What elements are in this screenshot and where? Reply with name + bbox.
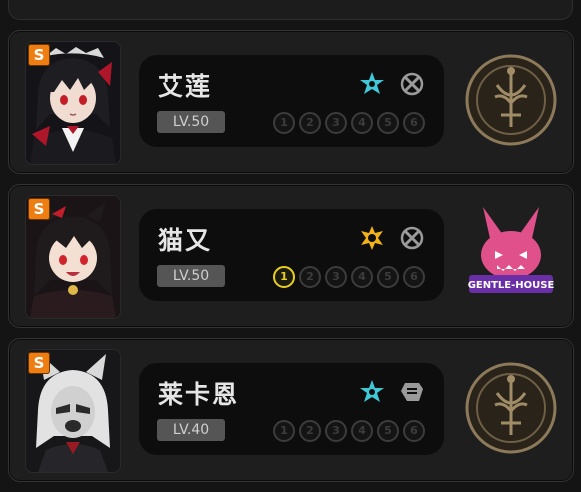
skill-node: 3 bbox=[325, 112, 347, 134]
skill-node: 5 bbox=[377, 420, 399, 442]
victoria-housekeeping-emblem bbox=[465, 362, 557, 454]
skill-node: 6 bbox=[403, 112, 425, 134]
agent-level: LV.40 bbox=[157, 419, 225, 441]
ice-star-icon bbox=[360, 380, 384, 402]
skill-node-active: 1 bbox=[273, 266, 295, 288]
previous-card-edge bbox=[8, 0, 573, 20]
agent-info-panel: 猫又 LV.50 1 2 3 4 5 6 bbox=[139, 209, 444, 301]
gentle-house-emblem: GENTLE-HOUSE bbox=[468, 207, 555, 293]
attack-crossed-icon bbox=[400, 226, 424, 250]
rank-badge: S bbox=[28, 198, 50, 220]
agent-portrait: S bbox=[25, 41, 121, 165]
skill-level-row: 1 2 3 4 5 6 bbox=[273, 266, 425, 288]
skill-node: 1 bbox=[273, 112, 295, 134]
skill-node: 2 bbox=[299, 266, 321, 288]
skill-node: 3 bbox=[325, 420, 347, 442]
agent-portrait: S bbox=[25, 349, 121, 473]
ice-star-icon bbox=[360, 72, 384, 94]
agent-level: LV.50 bbox=[157, 111, 225, 133]
skill-node: 4 bbox=[351, 266, 373, 288]
skill-node: 6 bbox=[403, 266, 425, 288]
skill-level-row: 1 2 3 4 5 6 bbox=[273, 112, 425, 134]
skill-node: 3 bbox=[325, 266, 347, 288]
rank-badge: S bbox=[28, 44, 50, 66]
agent-name: 莱卡恩 bbox=[158, 380, 240, 409]
skill-node: 5 bbox=[377, 112, 399, 134]
skill-node: 4 bbox=[351, 112, 373, 134]
skill-level-row: 1 2 3 4 5 6 bbox=[273, 420, 425, 442]
skill-node: 1 bbox=[273, 420, 295, 442]
svg-text:GENTLE-HOUSE: GENTLE-HOUSE bbox=[468, 280, 555, 291]
agent-info-panel: 艾莲 LV.50 1 2 3 4 5 6 bbox=[139, 55, 444, 147]
agent-card[interactable]: S 艾莲 LV.50 1 2 3 4 5 6 bbox=[8, 30, 574, 174]
stun-fist-icon bbox=[401, 383, 423, 401]
agent-name: 艾莲 bbox=[158, 72, 213, 101]
agent-info-panel: 莱卡恩 LV.40 1 2 3 4 5 6 bbox=[139, 363, 444, 455]
victoria-housekeeping-emblem bbox=[465, 54, 557, 146]
attack-crossed-icon bbox=[400, 72, 424, 96]
rank-badge: S bbox=[28, 352, 50, 374]
skill-node: 6 bbox=[403, 420, 425, 442]
physical-star-icon bbox=[361, 226, 383, 250]
agent-card[interactable]: S 猫又 LV.50 1 2 3 4 5 6 GENTLE-HOUSE bbox=[8, 184, 574, 328]
agent-name: 猫又 bbox=[158, 226, 213, 255]
agent-portrait: S bbox=[25, 195, 121, 319]
agent-level: LV.50 bbox=[157, 265, 225, 287]
skill-node: 2 bbox=[299, 112, 321, 134]
skill-node: 4 bbox=[351, 420, 373, 442]
skill-node: 2 bbox=[299, 420, 321, 442]
skill-node: 5 bbox=[377, 266, 399, 288]
agent-card[interactable]: S 莱卡恩 LV.40 1 2 3 4 5 6 bbox=[8, 338, 574, 482]
agent-list: S 艾莲 LV.50 1 2 3 4 5 6 S 猫又 LV.50 1 2 3 … bbox=[8, 30, 574, 492]
